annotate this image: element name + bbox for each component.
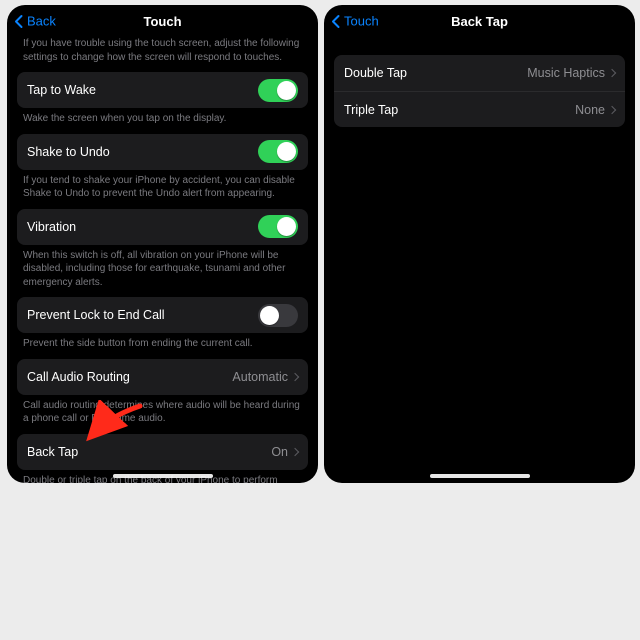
double-tap-value: Music Haptics <box>527 66 605 80</box>
shake-to-undo-label: Shake to Undo <box>27 145 110 159</box>
nav-back-button[interactable]: Back <box>13 14 56 29</box>
switch-knob <box>277 81 296 100</box>
vibration-footer: When this switch is off, all vibration o… <box>17 245 308 298</box>
tap-to-wake-label: Tap to Wake <box>27 83 96 97</box>
back-tap-settings-screen: Touch Back Tap Double Tap Music Haptics … <box>324 5 635 483</box>
nav-back-button[interactable]: Touch <box>330 14 379 29</box>
call-audio-label: Call Audio Routing <box>27 370 130 384</box>
shake-to-undo-footer: If you tend to shake your iPhone by acci… <box>17 170 308 209</box>
triple-tap-value: None <box>575 103 605 117</box>
shake-to-undo-cell[interactable]: Shake to Undo <box>17 134 308 170</box>
home-indicator <box>113 474 213 478</box>
tap-to-wake-cell[interactable]: Tap to Wake <box>17 72 308 108</box>
content-scroll[interactable]: If you have trouble using the touch scre… <box>7 37 318 483</box>
prevent-lock-footer: Prevent the side button from ending the … <box>17 333 308 359</box>
touch-settings-screen: Back Touch If you have trouble using the… <box>7 5 318 483</box>
chevron-right-icon <box>291 447 299 455</box>
double-tap-label: Double Tap <box>344 66 407 80</box>
nav-back-label: Back <box>27 14 56 29</box>
back-tap-value: On <box>271 445 288 459</box>
switch-knob <box>277 142 296 161</box>
prevent-lock-label: Prevent Lock to End Call <box>27 308 165 322</box>
double-tap-cell[interactable]: Double Tap Music Haptics <box>334 55 625 91</box>
navbar: Touch Back Tap <box>324 5 635 37</box>
prevent-lock-cell[interactable]: Prevent Lock to End Call <box>17 297 308 333</box>
nav-back-label: Touch <box>344 14 379 29</box>
vibration-cell[interactable]: Vibration <box>17 209 308 245</box>
navbar: Back Touch <box>7 5 318 37</box>
chevron-right-icon <box>608 69 616 77</box>
tap-to-wake-footer: Wake the screen when you tap on the disp… <box>17 108 308 134</box>
chevron-left-icon <box>13 14 25 28</box>
call-audio-footer: Call audio routing determines where audi… <box>17 395 308 434</box>
nav-title: Back Tap <box>451 14 508 29</box>
prevent-lock-switch[interactable] <box>258 304 298 327</box>
triple-tap-label: Triple Tap <box>344 103 398 117</box>
content-scroll[interactable]: Double Tap Music Haptics Triple Tap None <box>324 37 635 141</box>
back-tap-cell[interactable]: Back Tap On <box>17 434 308 470</box>
call-audio-value: Automatic <box>232 370 288 384</box>
switch-knob <box>277 217 296 236</box>
back-tap-label: Back Tap <box>27 445 78 459</box>
call-audio-cell[interactable]: Call Audio Routing Automatic <box>17 359 308 395</box>
tap-to-wake-switch[interactable] <box>258 79 298 102</box>
intro-text: If you have trouble using the touch scre… <box>17 37 308 72</box>
back-tap-group: Double Tap Music Haptics Triple Tap None <box>334 55 625 127</box>
nav-title: Touch <box>143 14 181 29</box>
chevron-right-icon <box>291 372 299 380</box>
shake-to-undo-switch[interactable] <box>258 140 298 163</box>
vibration-switch[interactable] <box>258 215 298 238</box>
chevron-left-icon <box>330 14 342 28</box>
vibration-label: Vibration <box>27 220 76 234</box>
switch-knob <box>260 306 279 325</box>
triple-tap-cell[interactable]: Triple Tap None <box>334 91 625 127</box>
home-indicator <box>430 474 530 478</box>
chevron-right-icon <box>608 105 616 113</box>
